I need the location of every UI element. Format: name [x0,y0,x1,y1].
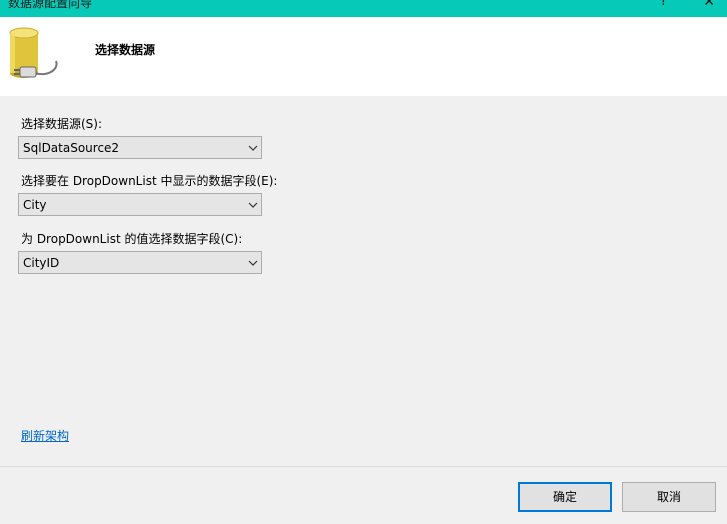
value-field-value: CityID [23,256,60,270]
display-field-label: 选择要在 DropDownList 中显示的数据字段(E): [21,174,278,188]
database-icon [9,27,58,78]
value-field-select[interactable]: CityID [18,251,262,274]
display-field-select[interactable]: City [18,193,262,216]
chevron-down-icon [248,202,258,208]
value-field-label: 为 DropDownList 的值选择数据字段(C): [21,232,243,246]
ok-button[interactable]: 确定 [518,482,612,512]
display-field-value: City [23,198,47,212]
refresh-schema-link[interactable]: 刷新架构 [21,427,69,444]
cancel-button[interactable]: 取消 [622,482,716,512]
page-heading: 选择数据源 [95,43,156,57]
help-button[interactable]: ? [660,0,667,9]
title-bar: 数据源配置向导 ? ✕ [0,0,727,17]
close-button[interactable]: ✕ [703,0,715,10]
datasource-value: SqlDataSource2 [23,141,120,155]
chevron-down-icon [248,145,258,151]
datasource-label: 选择数据源(S): [21,117,103,131]
footer-divider [0,466,727,467]
datasource-select[interactable]: SqlDataSource2 [18,136,262,159]
chevron-down-icon [248,260,258,266]
window-title: 数据源配置向导 [8,0,93,10]
wizard-header: 选择数据源 [0,17,727,96]
